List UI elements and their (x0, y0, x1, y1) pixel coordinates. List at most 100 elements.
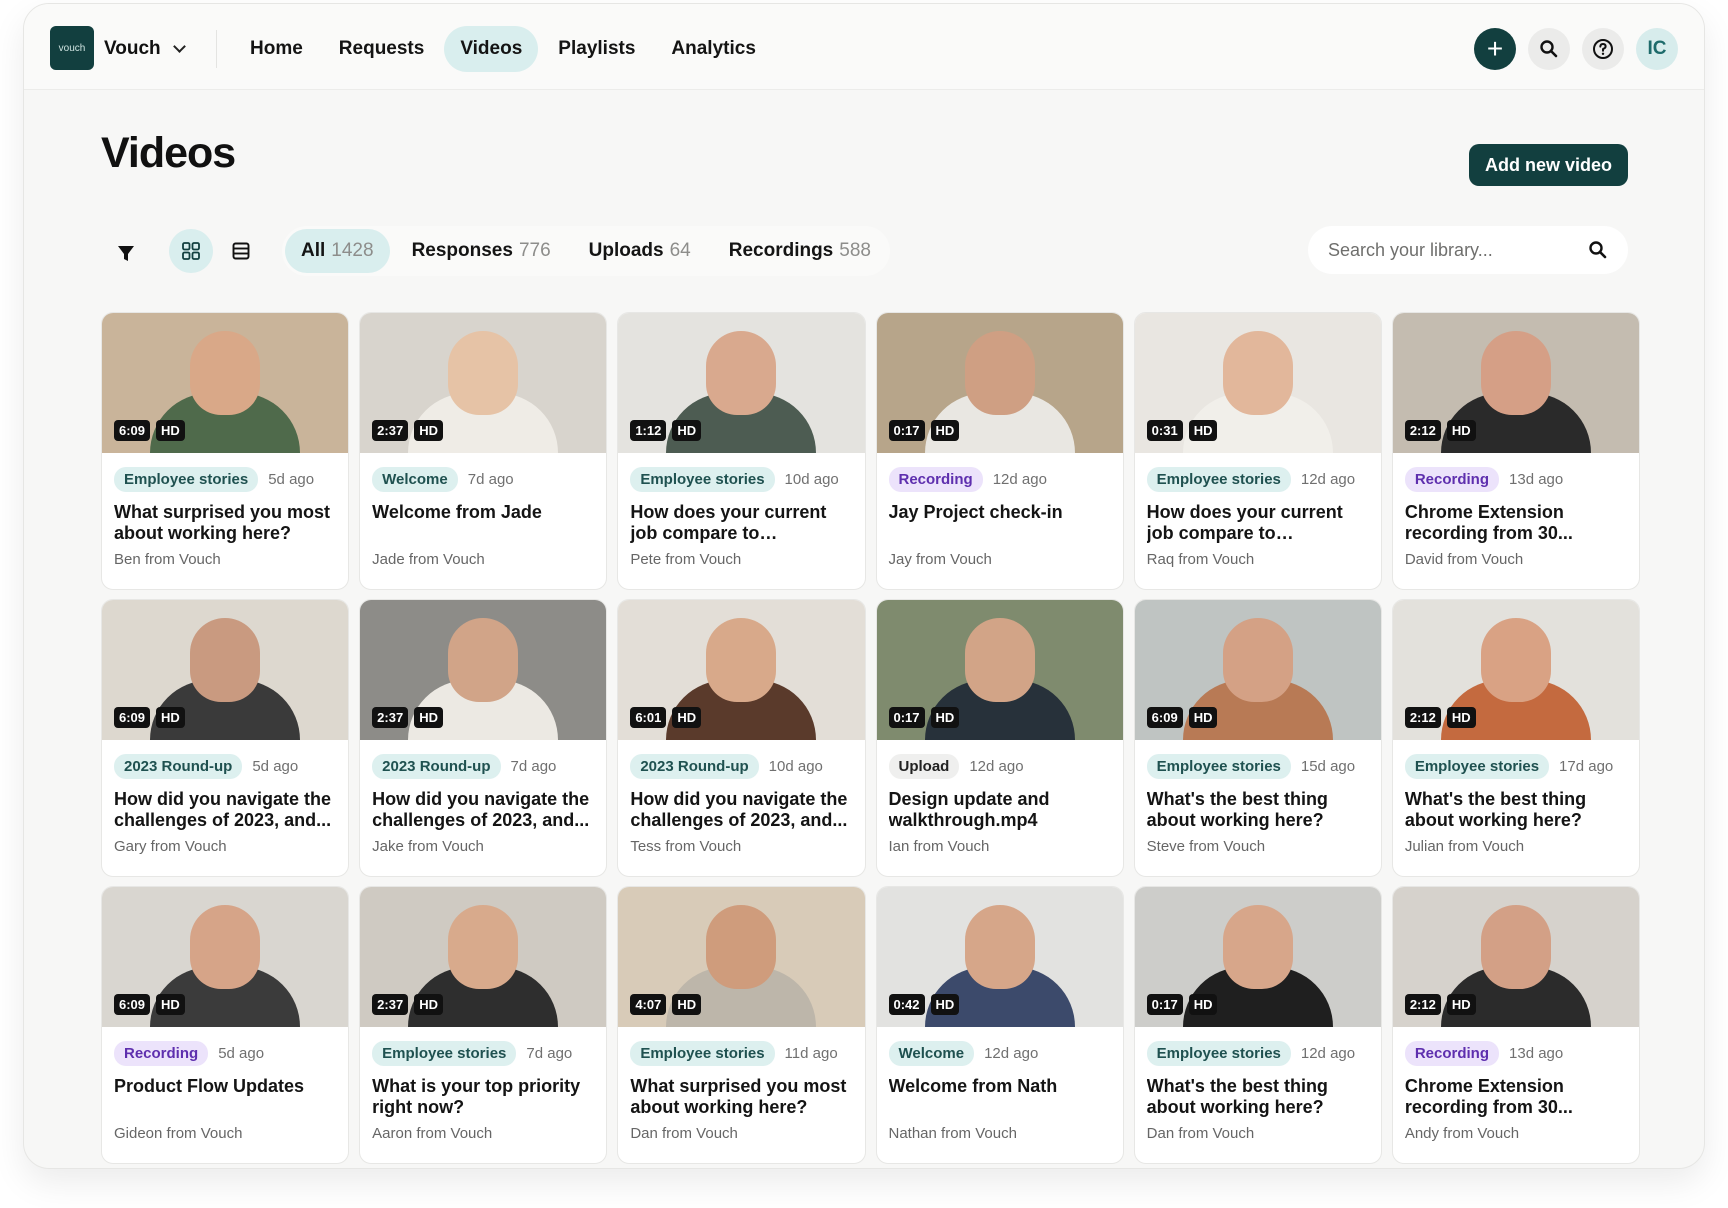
category-tag[interactable]: Recording (888, 467, 983, 492)
video-card[interactable]: 1:12 HD Employee stories 10d ago How doe… (617, 312, 866, 590)
video-card[interactable]: 2:37 HD Employee stories 7d ago What is … (359, 886, 608, 1164)
tab-uploads[interactable]: Uploads 64 (573, 229, 707, 273)
video-thumbnail[interactable]: 6:01 HD (618, 600, 865, 740)
video-thumbnail[interactable]: 6:09 HD (102, 887, 349, 1027)
tab-recordings[interactable]: Recordings 588 (713, 229, 887, 273)
category-tag[interactable]: Employee stories (114, 467, 259, 492)
video-author: Ian from Vouch (888, 838, 990, 855)
video-card[interactable]: 6:09 HD Recording 5d ago Product Flow Up… (101, 886, 350, 1164)
time-ago: 17d ago (1559, 758, 1614, 775)
video-title[interactable]: Design update and walkthrough.mp4 (889, 789, 1111, 831)
video-card[interactable]: 0:17 HD Upload 12d ago Design update and… (875, 599, 1124, 877)
person-head (190, 905, 261, 989)
video-thumbnail[interactable]: 2:12 HD (1392, 600, 1639, 740)
video-title[interactable]: Jay Project check-in (889, 502, 1111, 544)
video-card[interactable]: 2:12 HD Employee stories 17d ago What's … (1391, 599, 1640, 877)
help-button[interactable] (1582, 28, 1624, 70)
category-tag[interactable]: 2023 Round-up (630, 754, 759, 779)
category-tag[interactable]: Employee stories (1146, 754, 1291, 779)
video-title[interactable]: Welcome from Nath (889, 1076, 1111, 1118)
video-thumbnail[interactable]: 4:07 HD (618, 887, 865, 1027)
vouch-logo[interactable]: vouch (50, 26, 94, 70)
video-thumbnail[interactable]: 6:09 HD (102, 600, 349, 740)
grid-view-button[interactable] (169, 229, 213, 273)
nav-item-videos[interactable]: Videos (444, 26, 539, 72)
video-thumbnail[interactable]: 0:17 HD (1134, 887, 1381, 1027)
category-tag[interactable]: Recording (1404, 1041, 1500, 1066)
video-title[interactable]: How did you navigate the challenges of 2… (630, 789, 852, 831)
category-tag[interactable]: Employee stories (630, 467, 775, 492)
nav-item-playlists[interactable]: Playlists (542, 26, 651, 72)
video-thumbnail[interactable]: 0:42 HD (876, 887, 1123, 1027)
category-tag[interactable]: Recording (114, 1041, 209, 1066)
video-card[interactable]: 6:01 HD 2023 Round-up 10d ago How did yo… (617, 599, 866, 877)
video-thumbnail[interactable]: 2:12 HD (1392, 887, 1639, 1027)
category-tag[interactable]: Recording (1404, 467, 1500, 492)
video-card[interactable]: 2:37 HD Welcome 7d ago Welcome from Jade… (359, 312, 608, 590)
video-thumbnail[interactable]: 6:09 HD (1134, 600, 1381, 740)
nav-item-requests[interactable]: Requests (323, 26, 441, 72)
user-avatar[interactable]: IC (1636, 28, 1678, 70)
video-title[interactable]: Welcome from Jade (372, 502, 594, 544)
create-button[interactable]: + (1474, 28, 1516, 70)
category-tag[interactable]: Employee stories (630, 1041, 775, 1066)
video-title[interactable]: How does your current job compare to pre… (1147, 502, 1369, 544)
video-card[interactable]: 2:37 HD 2023 Round-up 7d ago How did you… (359, 599, 608, 877)
video-thumbnail[interactable]: 2:37 HD (360, 600, 607, 740)
video-card[interactable]: 6:09 HD Employee stories 5d ago What sur… (101, 312, 350, 590)
video-title[interactable]: What surprised you most about working he… (630, 1076, 852, 1118)
hd-badge: HD (414, 420, 443, 441)
category-tag[interactable]: 2023 Round-up (114, 754, 243, 779)
video-title[interactable]: What is your top priority right now? (372, 1076, 594, 1118)
video-badges: 0:17 HD (1146, 994, 1218, 1015)
video-title[interactable]: How did you navigate the challenges of 2… (372, 789, 594, 831)
nav-item-home[interactable]: Home (234, 26, 319, 72)
video-thumbnail[interactable]: 2:37 HD (360, 887, 607, 1027)
tab-all[interactable]: All 1428 (285, 229, 390, 273)
video-card[interactable]: 2:12 HD Recording 13d ago Chrome Extensi… (1391, 886, 1640, 1164)
video-card[interactable]: 4:07 HD Employee stories 11d ago What su… (617, 886, 866, 1164)
video-thumbnail[interactable]: 0:17 HD (876, 313, 1123, 453)
video-thumbnail[interactable]: 0:31 HD (1134, 313, 1381, 453)
video-title[interactable]: What surprised you most about working he… (114, 502, 336, 544)
video-thumbnail[interactable]: 0:17 HD (876, 600, 1123, 740)
search-icon[interactable] (1588, 240, 1608, 260)
search-button[interactable] (1528, 28, 1570, 70)
nav-item-analytics[interactable]: Analytics (655, 26, 771, 72)
time-ago: 7d ago (510, 758, 557, 775)
category-tag[interactable]: Upload (888, 754, 960, 779)
category-tag[interactable]: Welcome (372, 467, 458, 492)
video-card[interactable]: 6:09 HD Employee stories 15d ago What's … (1133, 599, 1382, 877)
video-card[interactable]: 0:31 HD Employee stories 12d ago How doe… (1133, 312, 1382, 590)
video-thumbnail[interactable]: 2:37 HD (360, 313, 607, 453)
video-thumbnail[interactable]: 2:12 HD (1392, 313, 1639, 453)
category-tag[interactable]: Welcome (888, 1041, 975, 1066)
video-card[interactable]: 0:17 HD Employee stories 12d ago What's … (1133, 886, 1382, 1164)
category-tag[interactable]: Employee stories (1404, 754, 1550, 779)
video-thumbnail[interactable]: 1:12 HD (618, 313, 865, 453)
video-badges: 0:17 HD (888, 420, 960, 441)
video-title[interactable]: How did you navigate the challenges of 2… (114, 789, 336, 831)
video-title[interactable]: Chrome Extension recording from 30... (1405, 502, 1627, 544)
category-tag[interactable]: Employee stories (372, 1041, 517, 1066)
video-card[interactable]: 0:17 HD Recording 12d ago Jay Project ch… (875, 312, 1124, 590)
list-view-button[interactable] (219, 229, 263, 273)
video-thumbnail[interactable]: 6:09 HD (102, 313, 349, 453)
video-title[interactable]: How does your current job compare to pre… (630, 502, 852, 544)
category-tag[interactable]: Employee stories (1146, 1041, 1291, 1066)
video-card[interactable]: 2:12 HD Recording 13d ago Chrome Extensi… (1391, 312, 1640, 590)
workspace-switcher[interactable]: Vouch (104, 38, 186, 60)
category-tag[interactable]: 2023 Round-up (372, 754, 501, 779)
video-title[interactable]: Chrome Extension recording from 30... (1405, 1076, 1627, 1118)
add-new-video-button[interactable]: Add new video (1468, 144, 1628, 186)
video-card[interactable]: 0:42 HD Welcome 12d ago Welcome from Nat… (875, 886, 1124, 1164)
filter-button[interactable] (101, 229, 151, 279)
tab-responses[interactable]: Responses 776 (396, 229, 567, 273)
search-input[interactable] (1328, 239, 1588, 261)
video-title[interactable]: What's the best thing about working here… (1405, 789, 1627, 831)
video-title[interactable]: What's the best thing about working here… (1147, 1076, 1369, 1118)
category-tag[interactable]: Employee stories (1146, 467, 1291, 492)
video-title[interactable]: Product Flow Updates (114, 1076, 336, 1118)
video-card[interactable]: 6:09 HD 2023 Round-up 5d ago How did you… (101, 599, 350, 877)
video-title[interactable]: What's the best thing about working here… (1147, 789, 1369, 831)
